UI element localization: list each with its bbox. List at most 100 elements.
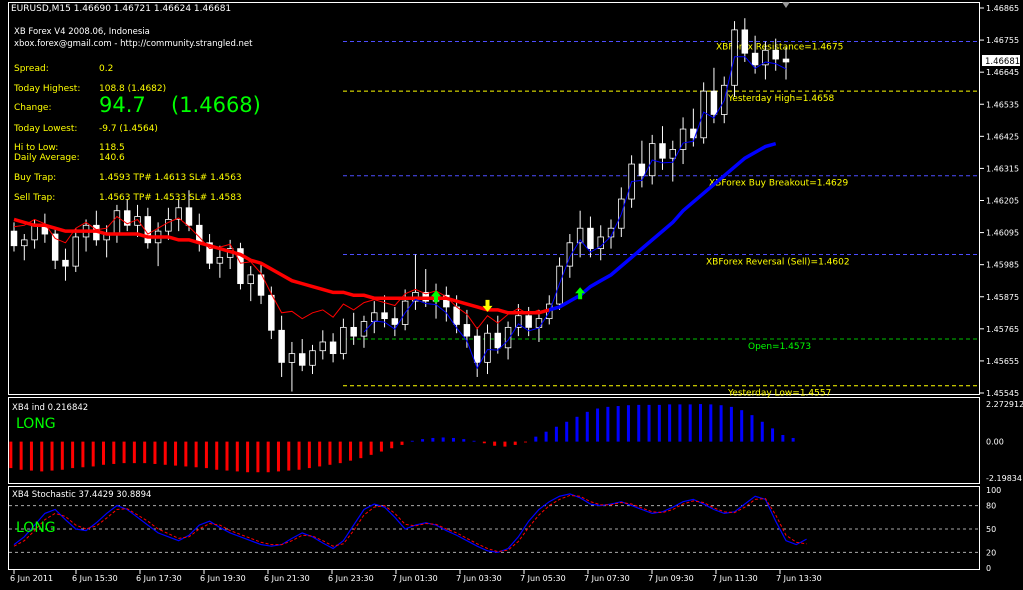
xb4-stochastic: 100 80 50 20 0 bbox=[9, 486, 1001, 573]
time-tick-label: 6 Jun 15:30 bbox=[72, 574, 118, 583]
spread-value: 0.2 bbox=[99, 64, 114, 74]
candle-body bbox=[669, 149, 677, 159]
candle-body bbox=[62, 259, 69, 267]
stochastic-panel-frame bbox=[8, 486, 980, 570]
candle-body bbox=[268, 294, 275, 331]
hi-to-low-value: 118.5 bbox=[99, 143, 125, 153]
stochastic-title: XB4 Stochastic 37.4429 30.8894 bbox=[12, 490, 151, 500]
indicator-title: XB4 ind 0.216842 bbox=[12, 403, 88, 413]
stoch-tick-label: 0 bbox=[986, 564, 991, 573]
candle-body bbox=[391, 318, 399, 325]
candle-body bbox=[473, 335, 481, 363]
candle-body bbox=[72, 236, 79, 267]
price-tick-label: 1.46535 bbox=[986, 100, 1019, 109]
candle-body bbox=[309, 350, 316, 366]
price-tick-label: 1.45545 bbox=[986, 389, 1019, 398]
time-axis: 6 Jun 2011 6 Jun 15:30 6 Jun 17:30 6 Jun 19… bbox=[10, 570, 822, 583]
candle-body bbox=[587, 227, 594, 250]
daily-average-label: Daily Average: bbox=[14, 153, 80, 163]
price-tick-label: 1.46315 bbox=[986, 164, 1019, 173]
candle-body bbox=[31, 224, 38, 241]
time-tick-label: 6 Jun 19:30 bbox=[200, 574, 246, 583]
stoch-tick-label: 20 bbox=[986, 548, 996, 557]
price-tick-label: 1.45765 bbox=[986, 325, 1019, 334]
daily-average-value: 140.6 bbox=[99, 153, 125, 163]
candle-body bbox=[288, 353, 296, 363]
price-tick-label: 1.46755 bbox=[986, 36, 1019, 45]
candle-body bbox=[535, 318, 543, 328]
stoch-tick-label: 50 bbox=[986, 525, 996, 534]
candle-body bbox=[319, 341, 327, 352]
time-tick-label: 7 Jun 05:30 bbox=[520, 574, 566, 583]
indicator-name: XB Forex V4 2008.06, Indonesia bbox=[14, 27, 150, 37]
candle-body bbox=[463, 324, 471, 337]
spread-label: Spread: bbox=[14, 64, 49, 74]
stoch-tick-label: 100 bbox=[986, 486, 1001, 495]
level-lines: XBForex Resistance=1.4675Yesterday High=… bbox=[343, 41, 979, 399]
level-label: XBForex Reversal (Sell)=1.4602 bbox=[706, 257, 850, 267]
candle-body bbox=[782, 58, 790, 63]
price-tick-label: 1.46205 bbox=[986, 197, 1019, 206]
candle-body bbox=[216, 256, 224, 264]
price-tick-label: 1.46425 bbox=[986, 132, 1019, 141]
level-label: Yesterday Low=1.4557 bbox=[727, 389, 831, 399]
candle-body bbox=[185, 207, 193, 226]
current-price-label: 1.46681 bbox=[985, 57, 1020, 67]
change-pips: 94.7 bbox=[99, 93, 146, 117]
indicator-panel-frame bbox=[8, 397, 980, 484]
stochastic-signal: LONG bbox=[16, 520, 56, 536]
level-label: XBForex Buy Breakout=1.4629 bbox=[709, 179, 849, 189]
candle-body bbox=[329, 341, 337, 355]
today-highest-label: Today Highest: bbox=[14, 84, 81, 94]
time-tick-label: 6 Jun 17:30 bbox=[136, 574, 182, 583]
current-price-tag: 1.46681 bbox=[982, 55, 1020, 67]
price-tick-label: 1.46645 bbox=[986, 68, 1019, 77]
candle-body bbox=[134, 216, 141, 226]
time-tick-label: 7 Jun 09:30 bbox=[648, 574, 694, 583]
candle-body bbox=[371, 312, 378, 322]
stoch-signal-line bbox=[13, 494, 807, 553]
candles bbox=[10, 18, 790, 392]
candle-body bbox=[494, 332, 502, 349]
time-tick-label: 7 Jun 03:30 bbox=[456, 574, 502, 583]
change-price: (1.4668) bbox=[171, 93, 261, 117]
candle-body bbox=[10, 230, 18, 247]
candle-body bbox=[751, 52, 759, 66]
price-tick-label: 1.45655 bbox=[986, 357, 1019, 366]
contact-line: xbox.forex@gmail.com - http://community.… bbox=[14, 39, 253, 49]
candle-body bbox=[710, 90, 718, 115]
candle-body bbox=[247, 274, 254, 285]
time-tick-label: 7 Jun 07:30 bbox=[584, 574, 630, 583]
candle-body bbox=[638, 163, 646, 177]
time-tick-label: 6 Jun 2011 bbox=[10, 574, 53, 583]
price-tick-label: 1.46865 bbox=[986, 4, 1019, 13]
candle-body bbox=[484, 332, 491, 363]
price-tick-label: 1.45875 bbox=[986, 293, 1019, 302]
buy-trap-value: 1.4593 TP# 1.4613 SL# 1.4563 bbox=[99, 173, 242, 183]
candle-body bbox=[360, 321, 368, 337]
stoch-tick-label: 80 bbox=[986, 502, 996, 511]
candle-body bbox=[700, 90, 707, 139]
symbol-line: EURUSD,M15 1.46690 1.46721 1.46624 1.466… bbox=[11, 4, 232, 14]
buy-trap-label: Buy Trap: bbox=[14, 173, 57, 183]
sell-trap-value: 1.4563 TP# 1.4533 SL# 1.4583 bbox=[99, 193, 242, 203]
candle-body bbox=[21, 239, 28, 247]
level-label: Open=1.4573 bbox=[748, 342, 811, 352]
candle-body bbox=[196, 224, 203, 244]
indicator-tick-label: 0.00 bbox=[986, 438, 1004, 447]
today-lowest-label: Today Lowest: bbox=[14, 124, 78, 134]
candle-body bbox=[381, 312, 388, 320]
indicator-tick-label: 2.272912 bbox=[986, 400, 1023, 409]
candle-body bbox=[350, 326, 357, 337]
candle-body bbox=[659, 143, 666, 159]
chart-window[interactable]: XBForex Resistance=1.4675 Yesterday High=… bbox=[0, 0, 1023, 586]
price-tick-label: 1.45985 bbox=[986, 261, 1019, 270]
candle-body bbox=[453, 306, 460, 325]
candle-body bbox=[525, 315, 532, 328]
price-tick-label: 1.46095 bbox=[986, 229, 1019, 238]
change-label: Change: bbox=[14, 103, 52, 113]
time-tick-label: 6 Jun 23:30 bbox=[328, 574, 374, 583]
time-tick-label: 7 Jun 01:30 bbox=[392, 574, 438, 583]
hi-to-low-label: Hi to Low: bbox=[14, 143, 59, 153]
chart-shift-marker-icon[interactable] bbox=[782, 2, 790, 8]
